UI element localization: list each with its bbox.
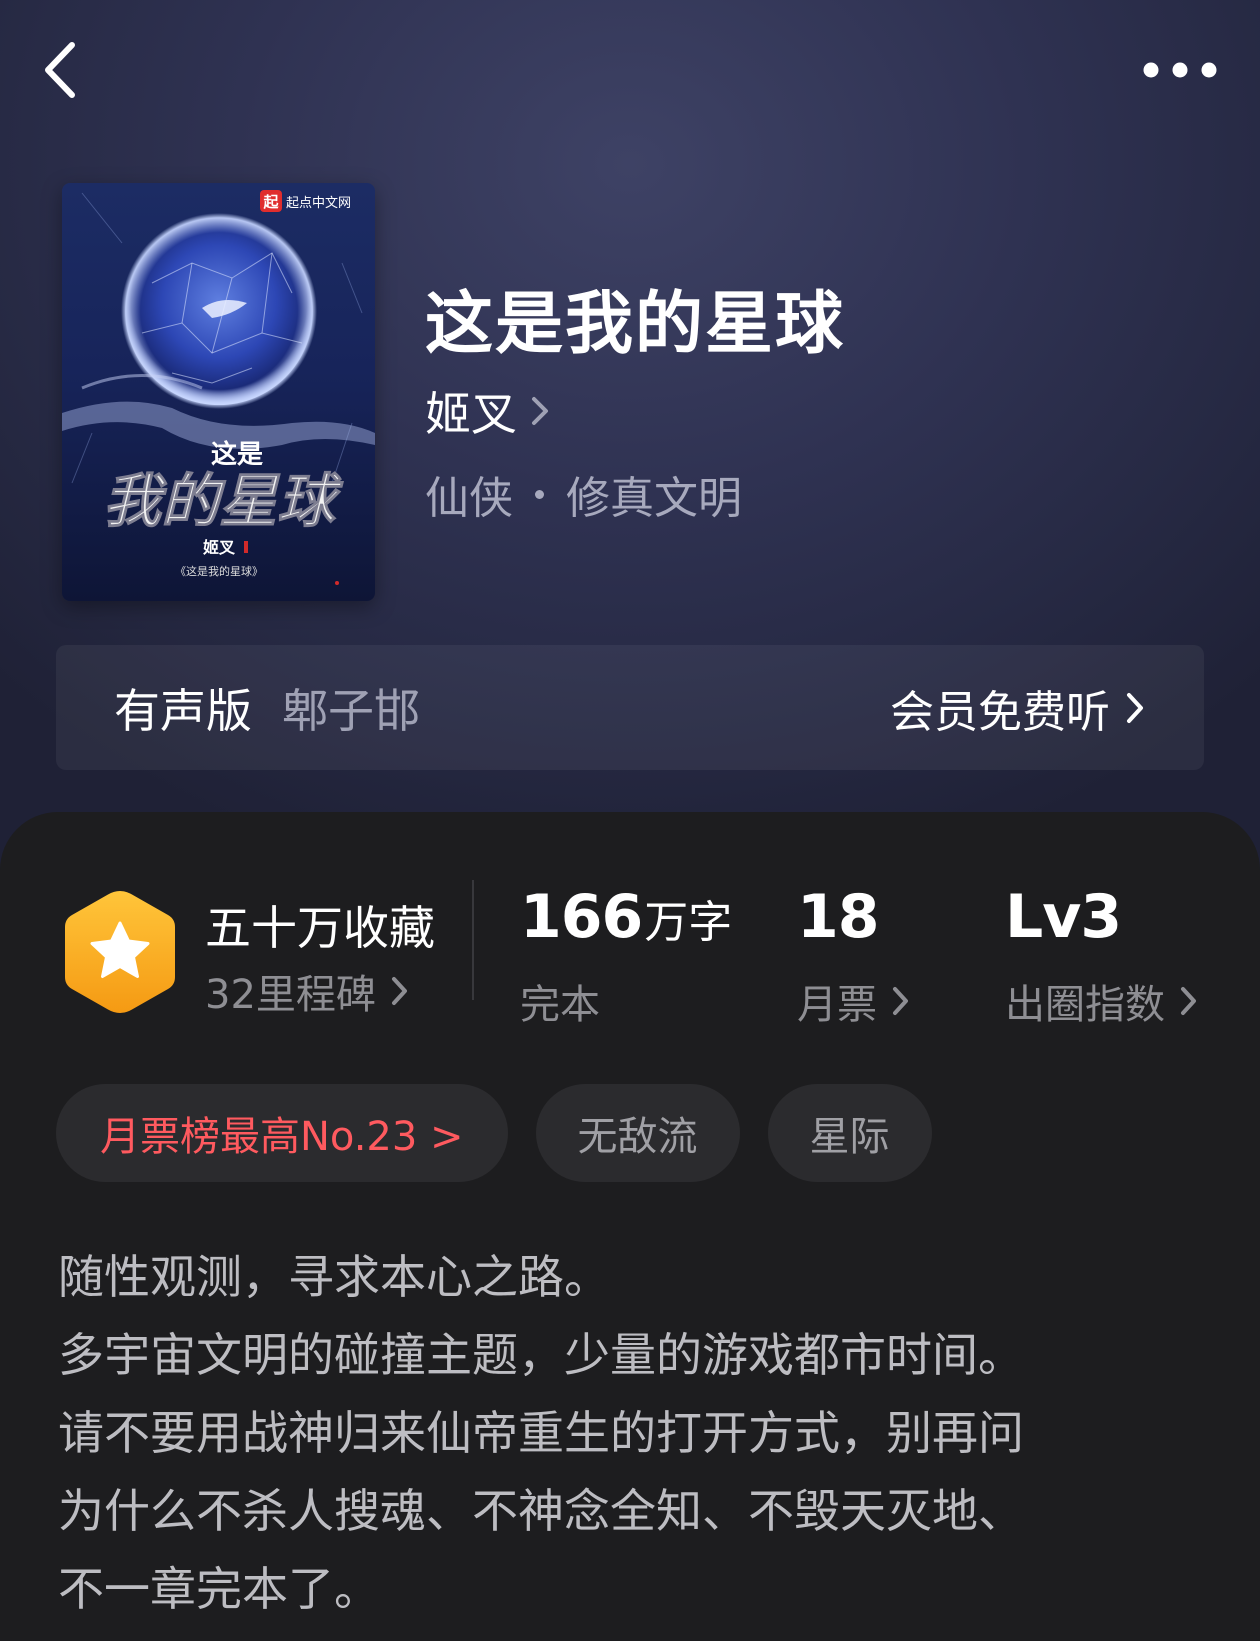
completion-status: 完本 <box>520 982 600 1028</box>
chevron-right-icon <box>1181 987 1196 1015</box>
audio-version-banner[interactable]: 有声版 郫子邯 会员免费听 <box>56 645 1204 770</box>
chevron-right-icon <box>893 987 908 1015</box>
tag-monthly-rank[interactable]: 月票榜最高No.23 > <box>56 1084 508 1182</box>
audio-cta-label: 会员免费听 <box>890 686 1110 738</box>
book-detail-page: 起 起点中文网 这是 我的星球 姬叉 《这是我的星球》 这是我的星球 姬叉 仙侠… <box>0 0 1260 1641</box>
audio-narrator: 郫子邯 <box>282 683 420 738</box>
book-detail-card: 五十万收藏 32里程碑 166万字 完本 18 月票 Lv3 出圈指数 月票榜最… <box>0 812 1260 1641</box>
author-link[interactable]: 姬叉 <box>425 378 551 444</box>
chevron-right-icon <box>532 397 548 425</box>
chevron-right-icon <box>391 977 407 1005</box>
chevron-left-icon <box>45 42 75 98</box>
book-cover[interactable]: 起 起点中文网 这是 我的星球 姬叉 《这是我的星球》 <box>62 183 375 601</box>
monthly-tickets-label: 月票 <box>797 982 877 1028</box>
star-badge-icon <box>65 891 175 1013</box>
word-count-value: 166 <box>520 882 643 952</box>
chevron-right-icon <box>1127 692 1143 723</box>
more-horizontal-icon <box>1143 62 1217 78</box>
audio-label: 有声版 <box>114 683 252 738</box>
cover-subtitle: 《这是我的星球》 <box>175 564 263 578</box>
cover-publisher-badge: 起 <box>262 193 279 211</box>
author-name: 姬叉 <box>425 387 517 441</box>
genre-sub: 修真文明 <box>566 473 742 524</box>
back-button[interactable] <box>30 30 90 110</box>
genre-main: 仙侠 <box>425 473 513 524</box>
genre-row: 仙侠 修真文明 <box>425 462 742 526</box>
milestones-link[interactable]: 32里程碑 <box>205 962 410 1020</box>
description-line: 多宇宙文明的碰撞主题，少量的游戏都市时间。 <box>58 1328 1024 1382</box>
description-line: 不一章完本了。 <box>58 1562 380 1616</box>
tag-list: 月票榜最高No.23 > 无敌流 星际 <box>56 1084 932 1182</box>
cover-title-large: 我的星球 <box>103 467 344 535</box>
cover-publisher-name: 起点中文网 <box>286 196 351 211</box>
description-line: 请不要用战神归来仙帝重生的打开方式，别再问 <box>58 1406 1024 1460</box>
milestones-label: 32里程碑 <box>205 972 376 1018</box>
more-button[interactable] <box>1130 40 1230 100</box>
popularity-index-label: 出圈指数 <box>1005 982 1165 1028</box>
collections-count: 五十万收藏 <box>205 901 435 955</box>
tag-invincible[interactable]: 无敌流 <box>535 1084 740 1182</box>
tag-interstellar[interactable]: 星际 <box>767 1084 932 1182</box>
monthly-tickets-stat[interactable]: 18 月票 <box>797 882 908 1028</box>
audio-free-listen-link[interactable]: 会员免费听 <box>890 676 1146 740</box>
word-count-stat: 166万字 完本 <box>520 882 733 1028</box>
cover-title-small: 这是 <box>211 439 263 470</box>
stats-divider <box>472 880 474 1000</box>
word-count-unit: 万字 <box>644 897 733 948</box>
book-description[interactable]: 随性观测，寻求本心之路。 多宇宙文明的碰撞主题，少量的游戏都市时间。 请不要用战… <box>58 1238 1208 1628</box>
popularity-index-stat[interactable]: Lv3 出圈指数 <box>1005 882 1196 1028</box>
genre-separator <box>535 489 544 499</box>
popularity-level-value: Lv3 <box>1005 882 1122 952</box>
monthly-tickets-value: 18 <box>797 882 879 952</box>
description-line: 为什么不杀人搜魂、不神念全知、不毁天灭地、 <box>58 1484 1024 1538</box>
stats-row: 五十万收藏 32里程碑 166万字 完本 18 月票 Lv3 出圈指数 <box>0 812 1260 1028</box>
cover-author: 姬叉 <box>203 538 236 557</box>
book-title: 这是我的星球 <box>425 284 846 364</box>
description-line: 随性观测，寻求本心之路。 <box>58 1250 610 1304</box>
